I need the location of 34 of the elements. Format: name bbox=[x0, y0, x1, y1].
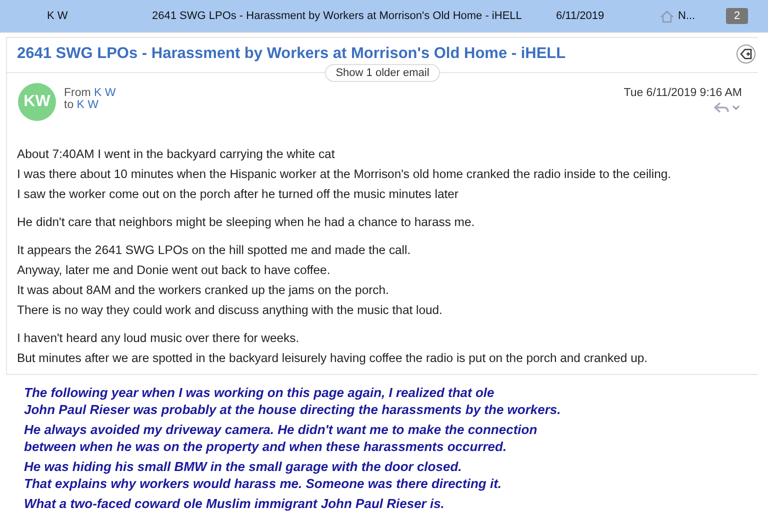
body-text: He didn't care that neighbors might be sleeping when he had a chance to harass me. bbox=[17, 214, 476, 231]
from-label: From bbox=[64, 87, 91, 99]
from-link[interactable]: K W bbox=[94, 87, 116, 99]
body-text: I was there about 10 minutes when the Hispanic worker at the Morrison's old home cranked the radio inside to the ceiling. bbox=[17, 166, 672, 183]
body-text: There is no way they could work and discuss anything with the music that loud. bbox=[17, 302, 444, 319]
email-date: Tue 6/11/2019 9:16 AM bbox=[624, 87, 742, 99]
note-text: That explains why workers would harass me. Someone was there directing it. bbox=[24, 476, 503, 492]
body-text: But minutes after we are spotted in the backyard leisurely having coffee the radio is put on the porch and cranked up. bbox=[17, 350, 649, 367]
note-text: He always avoided my driveway camera. He didn't want me to make the connection bbox=[24, 422, 538, 438]
show-older-button[interactable]: Show 1 older email bbox=[324, 64, 440, 82]
count-badge: 2 bbox=[726, 8, 748, 24]
avatar: KW bbox=[18, 83, 56, 121]
body-text: I haven't heard any loud music over there for weeks. bbox=[17, 330, 300, 347]
email-subject: 2641 SWG LPOs - Harassment by Workers at Morrison's Old Home - iHELL bbox=[17, 45, 566, 63]
sender-name: K W bbox=[47, 10, 69, 22]
body-text: It appears the 2641 SWG LPOs on the hill spotted me and made the call. bbox=[17, 242, 412, 259]
body-text: About 7:40AM I went in the backyard carrying the white cat bbox=[17, 146, 336, 163]
note-text: John Paul Rieser was probably at the house directing the harassments by the workers. bbox=[24, 402, 562, 418]
reply-icon[interactable] bbox=[714, 102, 742, 114]
body-text: It was about 8AM and the workers cranked up the jams on the porch. bbox=[17, 282, 390, 299]
folder-name: N... bbox=[678, 10, 696, 22]
tag-icon[interactable] bbox=[736, 44, 756, 64]
body-text: I saw the worker come out on the porch after he turned off the music minutes later bbox=[17, 186, 460, 203]
to-link[interactable]: K W bbox=[76, 99, 99, 111]
home-icon bbox=[660, 10, 674, 22]
to-label: to bbox=[64, 99, 74, 111]
message-date: 6/11/2019 bbox=[556, 10, 606, 22]
message-subject: 2641 SWG LPOs - Harassment by Workers at Morrison's Old Home - iHELL bbox=[152, 10, 523, 22]
note-text: He was hiding his small BMW in the small garage with the door closed. bbox=[24, 459, 463, 476]
body-text: Anyway, later me and Donie went out back to have coffee. bbox=[17, 262, 332, 279]
note-text: What a two-faced coward ole Muslim immigrant John Paul Rieser is. bbox=[24, 496, 446, 512]
note-text: The following year when I was working on this page again, I realized that ole bbox=[24, 385, 496, 402]
note-text: between when he was on the property and when these harassments occurred. bbox=[24, 438, 508, 455]
message-row[interactable]: K W 2641 SWG LPOs - Harassment by Workers at Morrison's Old Home - iHELL 6/11/2019 N... 2 bbox=[0, 0, 768, 33]
